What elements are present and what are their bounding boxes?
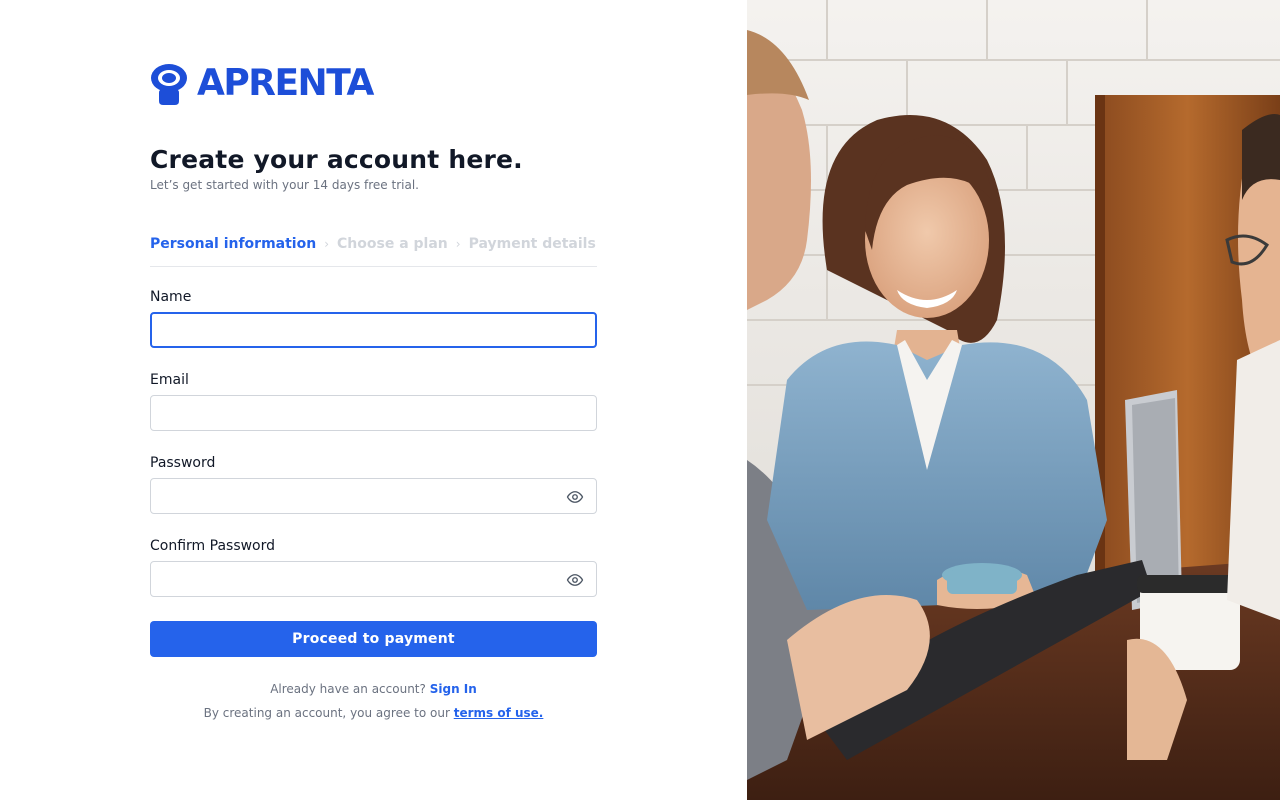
terms-of-use-link[interactable]: terms of use. (454, 706, 544, 720)
signin-prompt: Already have an account? Sign In (150, 681, 597, 697)
terms-prompt-text: By creating an account, you agree to our (203, 706, 450, 720)
hero-image (747, 0, 1280, 800)
name-field-group: Name (150, 289, 597, 348)
name-input[interactable] (152, 314, 595, 346)
chevron-right-icon: › (324, 237, 330, 251)
confirm-password-input-box (150, 561, 597, 597)
eye-icon[interactable] (566, 571, 584, 589)
brand-name: APRENTA (197, 62, 374, 105)
step-personal-information[interactable]: Personal information (150, 236, 316, 252)
signup-page: APRENTA Create your account here. Let’s … (0, 0, 1280, 800)
signup-form: APRENTA Create your account here. Let’s … (150, 62, 597, 721)
password-input-box (150, 478, 597, 514)
name-label: Name (150, 289, 192, 305)
people-at-cafe-photo (747, 0, 1280, 800)
confirm-password-label: Confirm Password (150, 538, 276, 554)
signin-prompt-text: Already have an account? (270, 682, 426, 696)
name-input-box (150, 312, 597, 348)
step-payment-details[interactable]: Payment details (469, 236, 596, 252)
password-label: Password (150, 455, 216, 471)
proceed-to-payment-button[interactable]: Proceed to payment (150, 621, 597, 657)
email-input[interactable] (151, 396, 596, 430)
brand-logo[interactable]: APRENTA (150, 62, 597, 106)
page-subtitle: Let’s get started with your 14 days free… (150, 178, 419, 192)
terms-notice: By creating an account, you agree to our… (150, 705, 597, 721)
email-input-box (150, 395, 597, 431)
chevron-right-icon: › (455, 237, 461, 251)
stepper-divider (150, 266, 597, 267)
eye-icon[interactable] (566, 488, 584, 506)
stepper: Personal information › Choose a plan › P… (150, 235, 597, 253)
email-label: Email (150, 372, 189, 388)
confirm-password-input[interactable] (151, 562, 596, 596)
password-input[interactable] (151, 479, 596, 513)
confirm-password-field-group: Confirm Password (150, 538, 597, 597)
form-panel: APRENTA Create your account here. Let’s … (0, 0, 747, 800)
step-choose-a-plan[interactable]: Choose a plan (337, 236, 448, 252)
email-field-group: Email (150, 372, 597, 431)
sign-in-link[interactable]: Sign In (430, 682, 477, 696)
password-field-group: Password (150, 455, 597, 514)
person-bulb-logo-icon (151, 64, 187, 105)
page-title: Create your account here. (150, 145, 523, 174)
